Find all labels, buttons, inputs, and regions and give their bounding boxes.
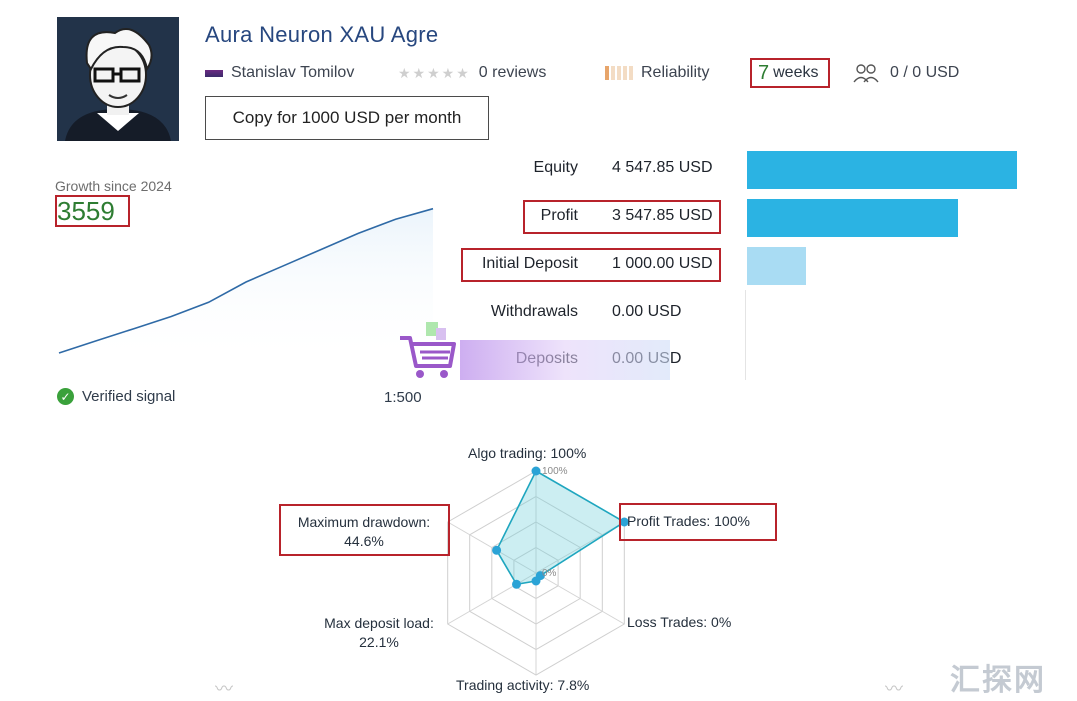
- stat-bar: [747, 247, 806, 285]
- radar-axis-label: Max deposit load: 22.1%: [324, 615, 434, 650]
- radar-tick-center: 0%: [542, 568, 557, 579]
- weeks-label: weeks: [773, 64, 819, 81]
- cart-icon[interactable]: [398, 320, 458, 382]
- stat-highlight-box: [523, 200, 721, 234]
- subscribers-row: 0 / 0 USD: [852, 62, 959, 84]
- growth-label: Growth since 2024: [55, 178, 172, 194]
- stat-label: Equity: [533, 159, 578, 176]
- radar-tick-top: 100%: [542, 466, 568, 477]
- reliability-row: Reliability: [605, 62, 709, 84]
- leverage-value: 1:500: [384, 389, 422, 406]
- verified-row: ✓ Verified signal: [57, 388, 175, 405]
- radar-area: [495, 469, 626, 586]
- stat-bar: [747, 199, 958, 237]
- weeks-number: 7: [758, 61, 770, 84]
- wave-decoration-icon-right: 〰︎: [885, 679, 903, 699]
- reviews-count[interactable]: 0 reviews: [479, 64, 547, 82]
- wave-decoration-icon: 〰︎: [215, 679, 233, 699]
- radar-point: [531, 576, 541, 586]
- stat-highlight-box: [461, 248, 721, 282]
- watermark: 汇探网: [950, 664, 1046, 697]
- check-icon: ✓: [57, 388, 74, 405]
- radar-highlight-box: [279, 504, 450, 556]
- rating-stars-icon: ★★★★★: [398, 64, 471, 81]
- growth-value-box: 3559: [55, 195, 130, 227]
- flag-icon: [205, 69, 223, 77]
- stat-value: 4 547.85 USD: [612, 159, 713, 176]
- radar-point: [512, 579, 521, 589]
- stat-label: Withdrawals: [490, 303, 578, 320]
- stat-value: 0.00 USD: [612, 303, 682, 320]
- radar-highlight-box: [619, 503, 777, 541]
- reviews-row[interactable]: ★★★★★ 0 reviews: [398, 62, 546, 84]
- verified-label: Verified signal: [82, 388, 176, 405]
- radar-axis-label: Algo trading: 100%: [468, 445, 587, 461]
- growth-area: [59, 208, 433, 365]
- copy-signal-button[interactable]: Copy for 1000 USD per month: [205, 96, 489, 140]
- radar-point: [531, 466, 541, 476]
- author-row[interactable]: Stanislav Tomilov: [205, 62, 354, 84]
- weeks-badge: 7 weeks: [750, 58, 830, 88]
- subscribers-value: 0 / 0 USD: [890, 64, 960, 81]
- radar-point: [492, 545, 502, 555]
- stat-bar: [747, 151, 1017, 189]
- reliability-label: Reliability: [641, 64, 710, 81]
- growth-value: 3559: [57, 195, 115, 226]
- promo-banner[interactable]: [460, 340, 670, 380]
- radar-chart: 100% 0%: [447, 466, 629, 676]
- subscribers-icon: [853, 64, 879, 83]
- reliability-bars-icon: [605, 66, 633, 80]
- author-avatar[interactable]: [57, 17, 179, 141]
- radar-axis-label: Trading activity: 7.8%: [456, 677, 590, 693]
- author-name[interactable]: Stanislav Tomilov: [231, 64, 354, 82]
- stats-divider: [745, 290, 746, 380]
- radar-axis-label: Loss Trades: 0%: [627, 614, 732, 630]
- signal-title[interactable]: Aura Neuron XAU Agre: [205, 22, 438, 48]
